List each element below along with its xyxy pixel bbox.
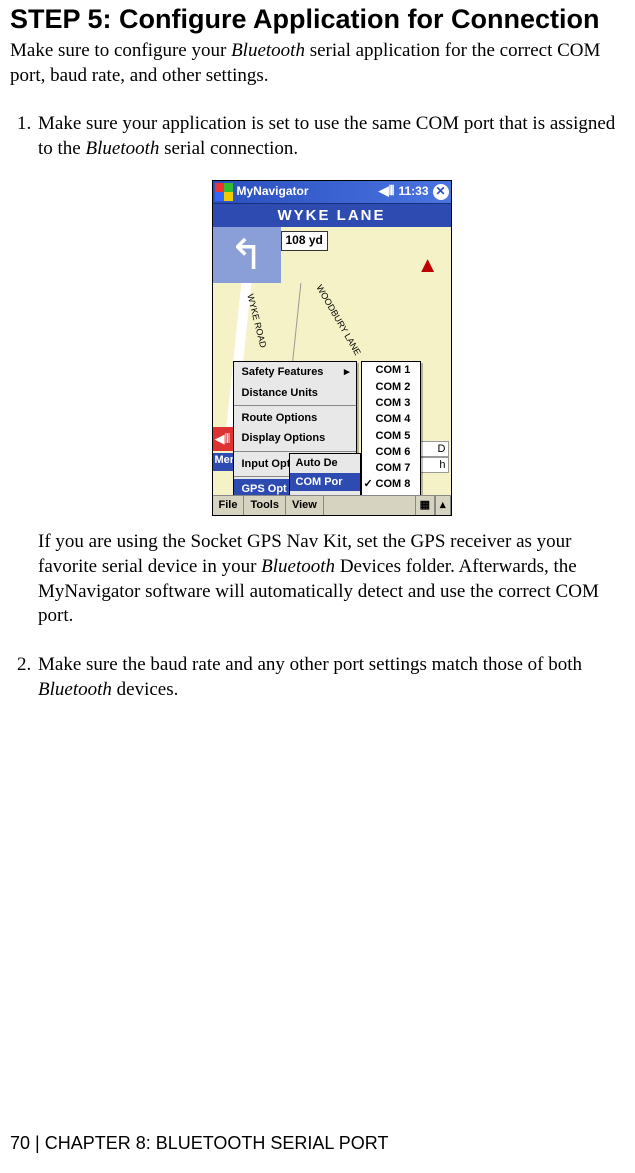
page-heading: STEP 5: Configure Application for Connec… xyxy=(10,2,625,37)
com4-option[interactable]: COM 4 xyxy=(362,411,420,427)
map-area[interactable]: ↰ 108 yd ▲ WYKE ROAD WOODBURY LANE ◀⦀ Me… xyxy=(213,227,451,495)
up-caret-icon[interactable]: ▴ xyxy=(435,496,451,515)
page-footer: 70 | CHAPTER 8: BLUETOOTH SERIAL PORT xyxy=(10,1132,388,1155)
intro-text-a: Make sure to configure your xyxy=(10,40,231,61)
woodbury-lane-label: WOODBURY LANE xyxy=(312,283,362,358)
menu-safety-features[interactable]: Safety Features xyxy=(234,362,356,382)
view-menu-button[interactable]: View xyxy=(286,496,324,515)
step2-bluetooth-em: Bluetooth xyxy=(38,679,112,700)
menu-route-options[interactable]: Route Options xyxy=(234,408,356,428)
intro-bluetooth-em: Bluetooth xyxy=(231,40,305,61)
titlebar: MyNavigator ◀⦀ 11:33 ✕ xyxy=(213,181,451,203)
submenu-com-port[interactable]: COM Por xyxy=(290,473,360,491)
menu-display-options[interactable]: Display Options xyxy=(234,428,356,448)
com2-option[interactable]: COM 2 xyxy=(362,379,420,395)
steps-list: Make sure your application is set to use… xyxy=(10,112,625,702)
menu-separator xyxy=(234,451,356,452)
device-screenshot: MyNavigator ◀⦀ 11:33 ✕ WYKE LANE ↰ 108 y… xyxy=(38,180,625,517)
left-turn-arrow-icon: ↰ xyxy=(229,234,264,276)
device-frame: MyNavigator ◀⦀ 11:33 ✕ WYKE LANE ↰ 108 y… xyxy=(212,180,452,517)
step2-text-a: Make sure the baud rate and any other po… xyxy=(38,654,582,675)
com-port-submenu: COM 1 COM 2 COM 3 COM 4 COM 5 COM 6 COM … xyxy=(361,361,421,495)
menu-separator xyxy=(234,405,356,406)
windows-flag-icon[interactable] xyxy=(215,183,233,201)
step-1: Make sure your application is set to use… xyxy=(36,112,625,629)
step1-after-text: If you are using the Socket GPS Nav Kit,… xyxy=(38,530,625,629)
intro-paragraph: Make sure to configure your Bluetooth se… xyxy=(10,39,625,88)
submenu-baud-rate[interactable]: Baud Ra xyxy=(290,491,360,495)
menu-distance-units[interactable]: Distance Units xyxy=(234,383,356,403)
clock-time: 11:33 xyxy=(398,184,428,200)
compass-north-icon: ▲ xyxy=(417,251,439,280)
speaker-icon[interactable]: ◀⦀ xyxy=(379,183,395,200)
step-2: Make sure the baud rate and any other po… xyxy=(36,653,625,702)
distance-badge: 108 yd xyxy=(281,231,328,251)
com6-option[interactable]: COM 6 xyxy=(362,444,420,460)
step1-bluetooth-em: Bluetooth xyxy=(86,138,160,159)
file-menu-button[interactable]: File xyxy=(213,496,245,515)
com8-option-selected[interactable]: COM 8 xyxy=(362,476,420,492)
com3-option[interactable]: COM 3 xyxy=(362,395,420,411)
tools-menu-button[interactable]: Tools xyxy=(244,496,286,515)
step1-after-bluetooth-em: Bluetooth xyxy=(261,556,335,577)
road-name-banner: WYKE LANE xyxy=(213,203,451,228)
turn-indicator-panel: ↰ xyxy=(213,227,281,283)
submenu-auto-detect[interactable]: Auto De xyxy=(290,454,360,472)
com9-option[interactable]: COM 9 xyxy=(362,493,420,496)
gps-submenu: Auto De COM Por Baud Ra xyxy=(289,453,361,495)
bottom-command-bar: File Tools View ▦ ▴ xyxy=(213,495,451,515)
app-name: MyNavigator xyxy=(237,184,309,200)
step2-text-b: devices. xyxy=(112,679,178,700)
close-icon[interactable]: ✕ xyxy=(433,184,449,200)
bar-filler xyxy=(324,496,415,515)
alert-panel[interactable]: ◀⦀ xyxy=(213,427,233,451)
com5-option[interactable]: COM 5 xyxy=(362,428,420,444)
com1-option[interactable]: COM 1 xyxy=(362,362,420,378)
com7-option[interactable]: COM 7 xyxy=(362,460,420,476)
keyboard-icon[interactable]: ▦ xyxy=(415,496,435,515)
step1-text-b: serial connection. xyxy=(159,138,298,159)
